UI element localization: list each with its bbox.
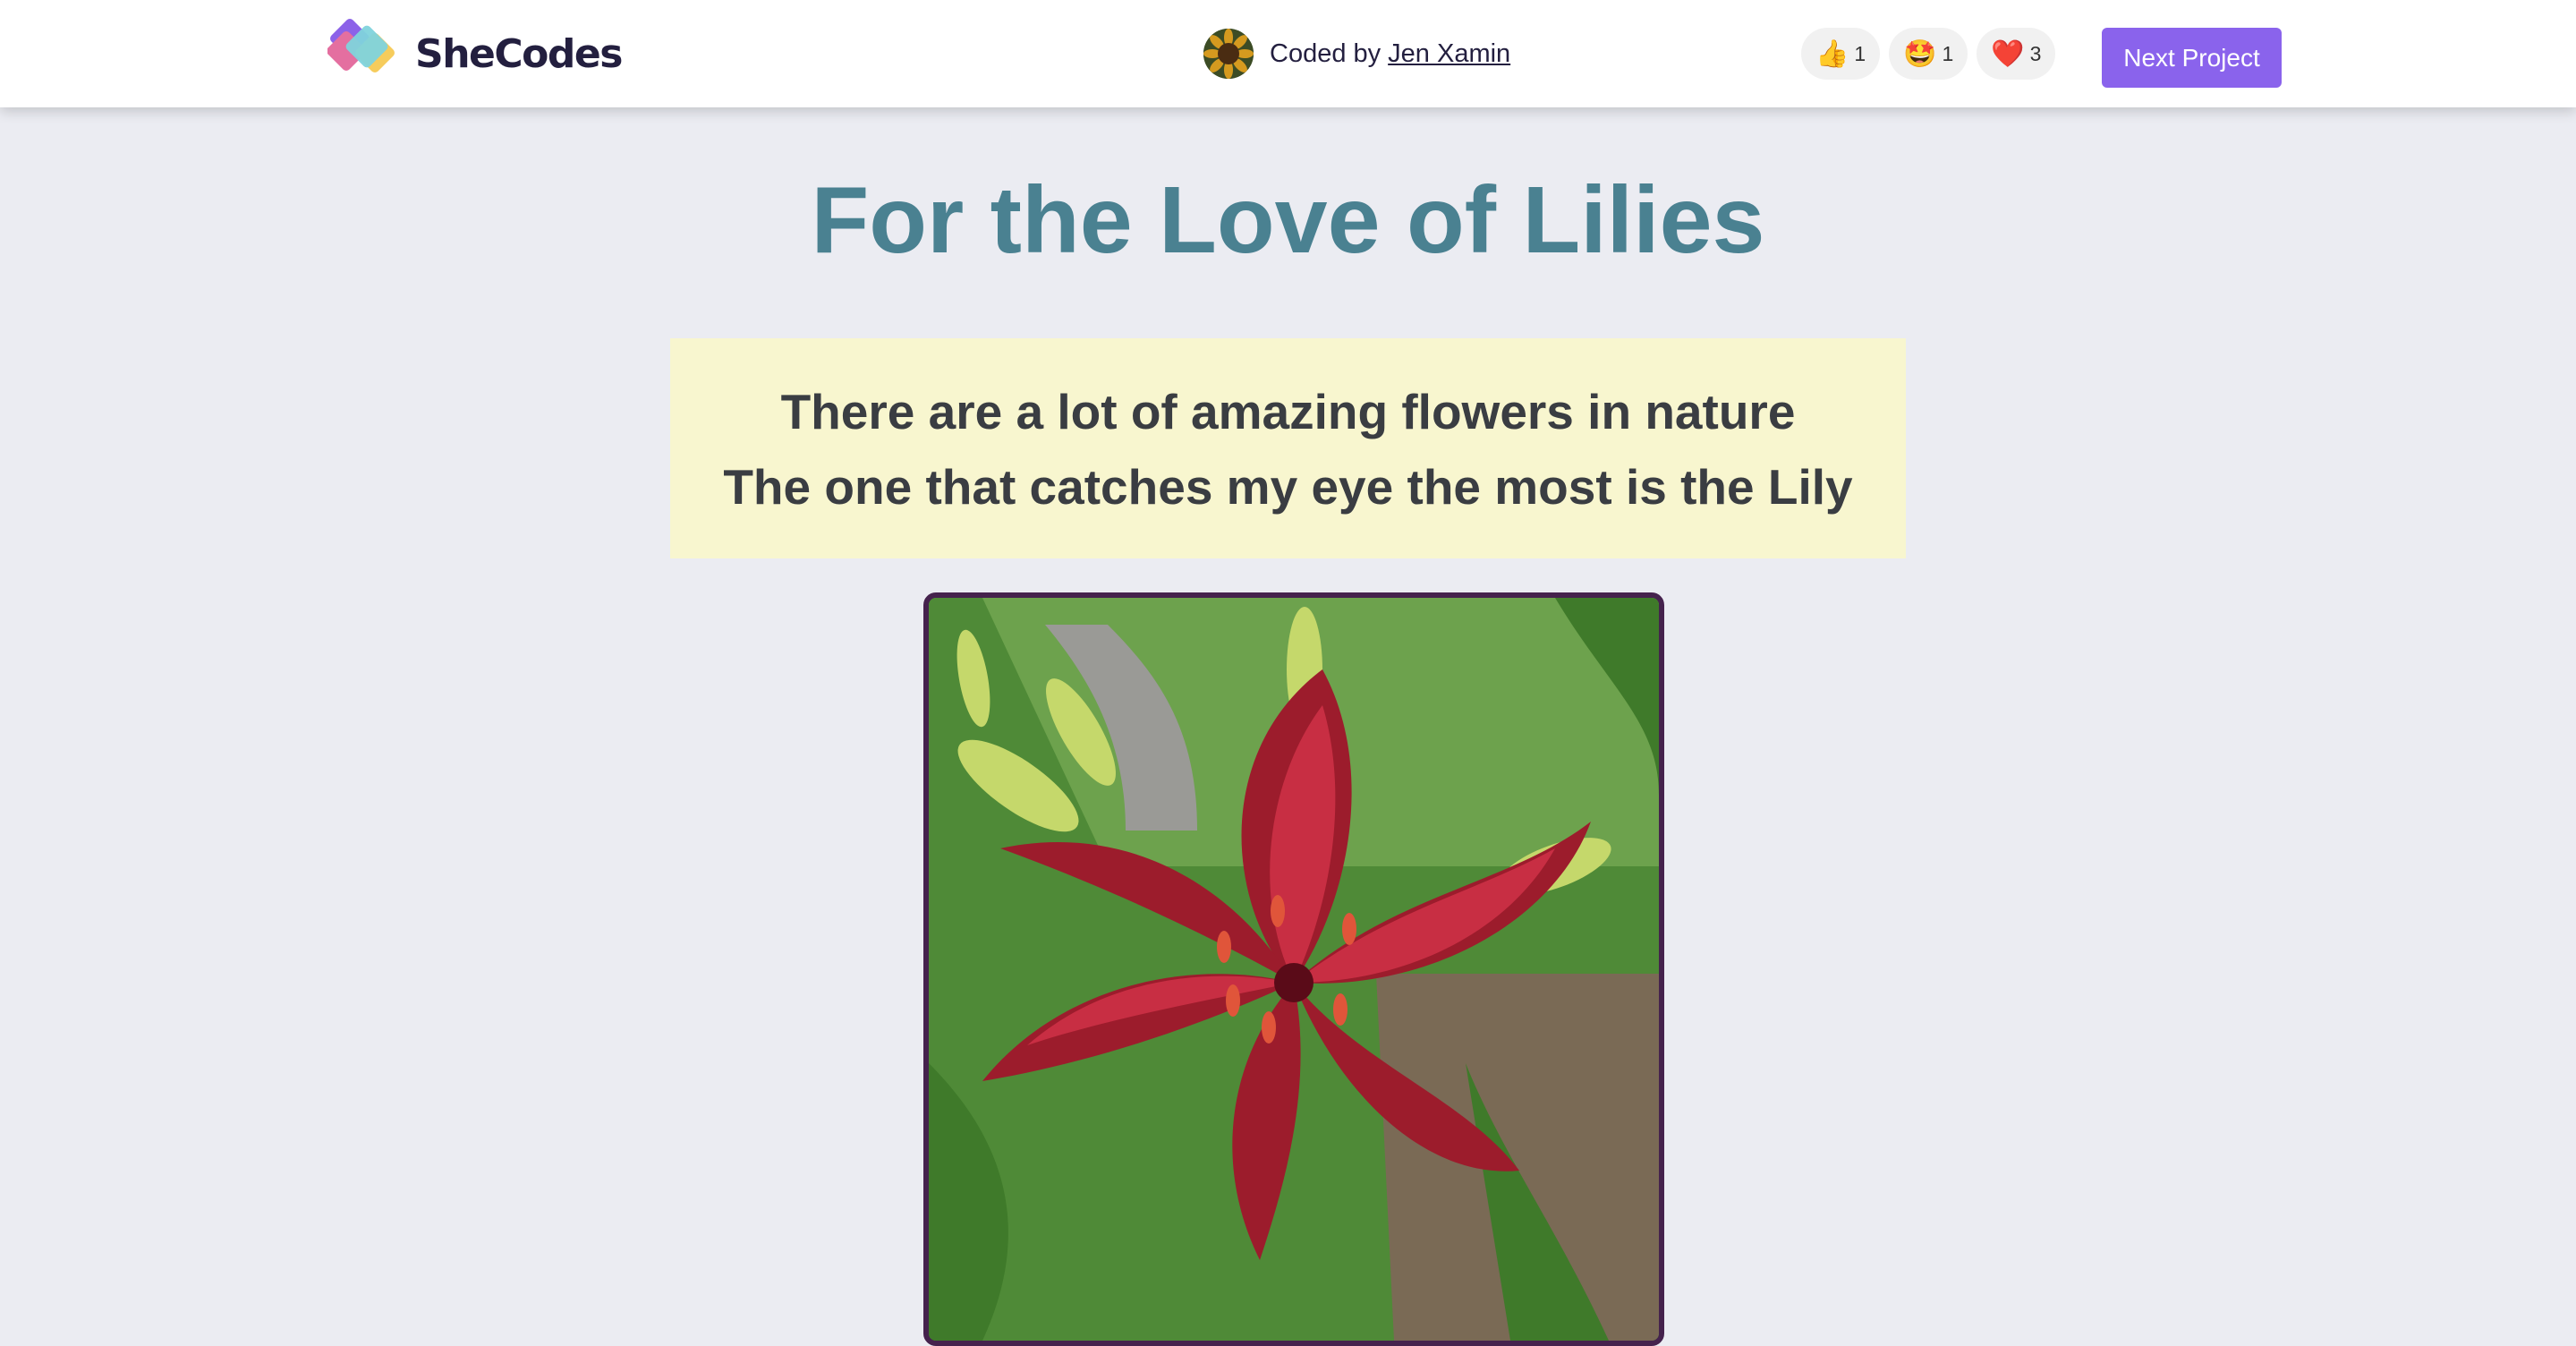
reaction-star-struck[interactable]: 🤩 1 [1889, 28, 1968, 80]
intro-box: There are a lot of amazing flowers in na… [670, 338, 1906, 558]
top-bar: SheCodes Coded by Jen Xamin 👍 1 🤩 1 ❤️ 3… [0, 0, 2576, 107]
author-link[interactable]: Jen Xamin [1388, 39, 1510, 69]
reaction-count: 3 [2029, 41, 2042, 65]
brand-name: SheCodes [415, 30, 623, 77]
shecodes-logo[interactable]: SheCodes [327, 14, 623, 93]
coded-by: Coded by Jen Xamin [1203, 29, 1510, 79]
star-struck-icon: 🤩 [1903, 38, 1937, 70]
reaction-thumbs-up[interactable]: 👍 1 [1801, 28, 1881, 80]
thumbs-up-icon: 👍 [1815, 38, 1849, 70]
page-title: For the Love of Lilies [811, 167, 1765, 273]
next-project-button[interactable]: Next Project [2102, 28, 2282, 88]
intro-line-1: There are a lot of amazing flowers in na… [780, 384, 1796, 439]
heart-icon: ❤️ [1991, 38, 2025, 70]
reaction-heart[interactable]: ❤️ 3 [1977, 28, 2056, 80]
shecodes-logo-icon [327, 19, 395, 72]
reaction-count: 1 [1942, 41, 1954, 65]
coded-by-label: Coded by [1270, 38, 1382, 68]
lily-image [929, 598, 1659, 1341]
reaction-count: 1 [1854, 41, 1866, 65]
intro-line-2: The one that catches my eye the most is … [723, 459, 1853, 515]
author-avatar[interactable] [1203, 29, 1254, 79]
reactions: 👍 1 🤩 1 ❤️ 3 [1801, 28, 2064, 80]
lily-photo [923, 592, 1664, 1346]
